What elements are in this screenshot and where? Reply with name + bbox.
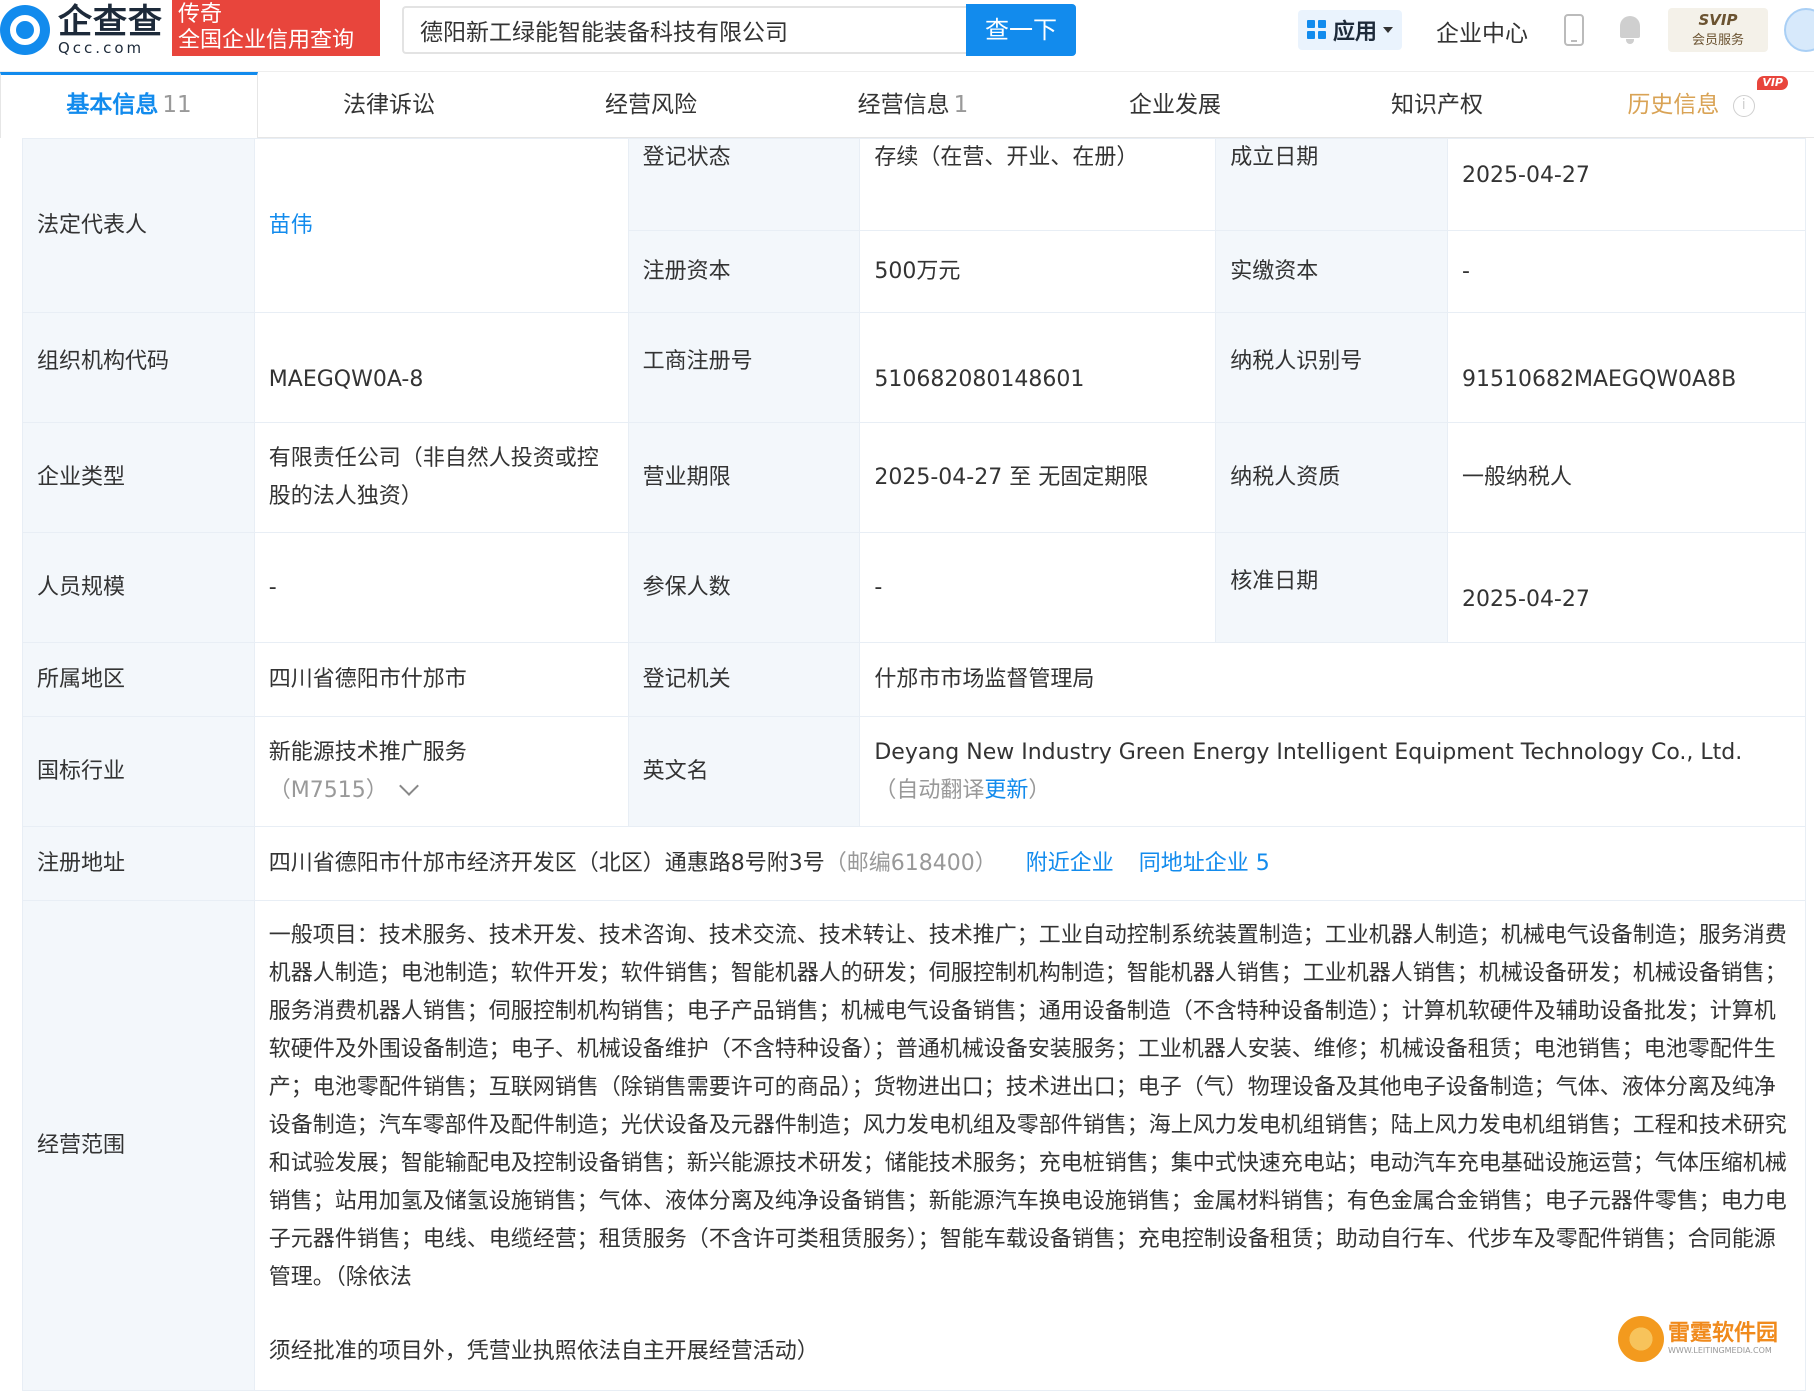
value-biz-reg-no: 510682080148601 (859, 312, 1217, 423)
value-industry: 新能源技术推广服务 (268, 739, 467, 765)
tab-legal[interactable]: 法律诉讼 (258, 72, 520, 138)
tab-count: 11 (162, 92, 192, 118)
vip-badge: VIP (1757, 76, 1788, 90)
basic-info-table: 法定代表人 苗伟 登记状态 存续（在营、开业、在册） 成立日期 2025-04-… (22, 138, 1807, 1391)
label-biz-term: 营业期限 (627, 422, 861, 533)
top-header: 企查查 Qcc.com 传奇 全国企业信用查询 × 查一下 应用 企业中心 SV… (0, 0, 1814, 72)
label-ent-type: 企业类型 (22, 422, 255, 533)
tab-count: 1 (953, 92, 969, 118)
label-reg-capital: 注册资本 (627, 230, 861, 313)
label-paid-capital: 实缴资本 (1215, 230, 1449, 313)
value-reg-status: 存续（在营、开业、在册） (859, 138, 1217, 231)
tab-operation[interactable]: 经营信息 1 (782, 72, 1044, 138)
legal-rep-link[interactable]: 苗伟 (269, 213, 313, 238)
value-scope-tail: 须经批准的项目外，凭营业执照依法自主开展经营活动） (268, 1339, 819, 1364)
nearby-companies-link[interactable]: 附近企业 (1026, 851, 1114, 876)
label-taxpayer-qual: 纳税人资质 (1215, 422, 1449, 533)
tab-development[interactable]: 企业发展 (1044, 72, 1306, 138)
label-industry: 国标行业 (22, 716, 255, 827)
label-english-name: 英文名 (627, 716, 861, 827)
tab-label: 经营风险 (605, 92, 697, 118)
industry-cell: 新能源技术推广服务 （M7515） (253, 716, 629, 827)
tab-label: 历史信息 (1627, 92, 1720, 118)
watermark-icon (1618, 1316, 1664, 1362)
label-approval-date: 核准日期 (1215, 532, 1449, 643)
badge-line-2: 全国企业信用查询 (178, 28, 355, 53)
avatar[interactable] (1784, 8, 1814, 52)
label-biz-reg-no: 工商注册号 (627, 312, 861, 423)
label-taxpayer-id: 纳税人识别号 (1215, 312, 1449, 423)
qcc-logo-icon (0, 5, 50, 55)
label-region: 所属地区 (22, 642, 255, 717)
app-menu-label: 应用 (1332, 20, 1377, 45)
logo-text-en: Qcc.com (58, 38, 145, 57)
same-address-link[interactable]: 同地址企业 5 (1139, 851, 1270, 876)
svip-subtitle: 会员服务 (1691, 33, 1744, 48)
brand-badge: 传奇 全国企业信用查询 (172, 0, 380, 56)
info-icon[interactable]: i (1732, 94, 1755, 117)
label-staff-size: 人员规模 (22, 532, 255, 643)
tab-label: 法律诉讼 (343, 92, 435, 118)
value-paid-capital: - (1447, 230, 1806, 313)
value-staff-size: - (253, 532, 629, 643)
mobile-icon[interactable] (1564, 14, 1584, 46)
english-name-cell: Deyang New Industry Green Energy Intelli… (859, 716, 1806, 827)
value-est-date: 2025-04-27 (1447, 138, 1806, 231)
legal-rep-cell: 苗伟 (253, 138, 629, 313)
app-menu-button[interactable]: 应用 (1298, 10, 1402, 50)
label-org-code: 组织机构代码 (22, 312, 255, 423)
label-insured: 参保人数 (627, 532, 861, 643)
value-region: 四川省德阳市什邡市 (253, 642, 629, 717)
search-button[interactable]: 查一下 (966, 4, 1076, 56)
enterprise-center-link[interactable]: 企业中心 (1436, 14, 1528, 48)
label-reg-status: 登记状态 (627, 138, 861, 231)
grid-icon (1306, 20, 1327, 40)
address-cell: 四川省德阳市什邡市经济开发区（北区）通惠路8号附3号（邮编618400） 附近企… (253, 826, 1807, 901)
label-address: 注册地址 (22, 826, 255, 901)
tab-label: 经营信息 (857, 92, 950, 118)
svip-title: SVIP (1698, 11, 1738, 29)
value-taxpayer-qual: 一般纳税人 (1447, 422, 1806, 533)
watermark-logo: 雷霆软件园 WWW.LEITINGMEDIA.COM (1618, 1316, 1814, 1362)
tab-history[interactable]: 历史信息 VIP i (1568, 72, 1814, 138)
section-tabs: 基本信息 11 法律诉讼 经营风险 经营信息 1 企业发展 知识产权 历史信息 VI… (0, 72, 1814, 138)
qcc-logo[interactable]: 企查查 Qcc.com (0, 4, 163, 56)
value-ent-type: 有限责任公司（非自然人投资或控股的法人独资） (253, 422, 629, 533)
tab-basic-info[interactable]: 基本信息 11 (0, 72, 258, 138)
watermark-text-cn: 雷霆软件园 (1668, 1321, 1779, 1346)
chevron-down-icon[interactable] (398, 775, 419, 796)
english-update-link[interactable]: 更新 (984, 778, 1028, 803)
caret-down-icon (1383, 27, 1393, 33)
tab-label: 知识产权 (1391, 92, 1483, 118)
value-scope: 一般项目：技术服务、技术开发、技术咨询、技术交流、技术转让、技术推广；工业自动控… (268, 923, 1787, 1290)
value-approval-date: 2025-04-27 (1447, 532, 1806, 643)
label-legal-rep: 法定代表人 (22, 138, 255, 313)
watermark-text-en: WWW.LEITINGMEDIA.COM (1668, 1346, 1772, 1355)
value-biz-term: 2025-04-27 至 无固定期限 (859, 422, 1217, 533)
value-english-name: Deyang New Industry Green Energy Intelli… (874, 739, 1743, 765)
tab-label: 企业发展 (1129, 92, 1221, 118)
value-reg-authority: 什邡市市场监督管理局 (859, 642, 1806, 717)
logo-text-cn: 企查查 (58, 1, 163, 42)
tab-ip[interactable]: 知识产权 (1306, 72, 1568, 138)
scope-cell: 一般项目：技术服务、技术开发、技术咨询、技术交流、技术转让、技术推广；工业自动控… (253, 900, 1807, 1391)
bell-icon[interactable] (1616, 14, 1644, 46)
value-insured: - (859, 532, 1217, 643)
label-reg-authority: 登记机关 (627, 642, 861, 717)
value-address: 四川省德阳市什邡市经济开发区（北区）通惠路8号附3号 (268, 850, 825, 876)
label-est-date: 成立日期 (1215, 138, 1449, 231)
tab-risk[interactable]: 经营风险 (520, 72, 782, 138)
tab-label: 基本信息 (66, 92, 159, 118)
badge-line-1: 传奇 (178, 2, 223, 27)
svip-button[interactable]: SVIP 会员服务 (1668, 8, 1768, 52)
value-org-code: MAEGQW0A-8 (253, 312, 629, 423)
address-postcode: （邮编618400） (824, 850, 997, 876)
industry-code: （M7515） (268, 777, 388, 803)
value-taxpayer-id: 91510682MAEGQW0A8B (1447, 312, 1806, 423)
english-note-open: （自动翻译 (874, 777, 985, 803)
label-scope: 经营范围 (22, 900, 255, 1391)
value-reg-capital: 500万元 (859, 230, 1217, 313)
english-note-close: ） (1028, 777, 1051, 803)
